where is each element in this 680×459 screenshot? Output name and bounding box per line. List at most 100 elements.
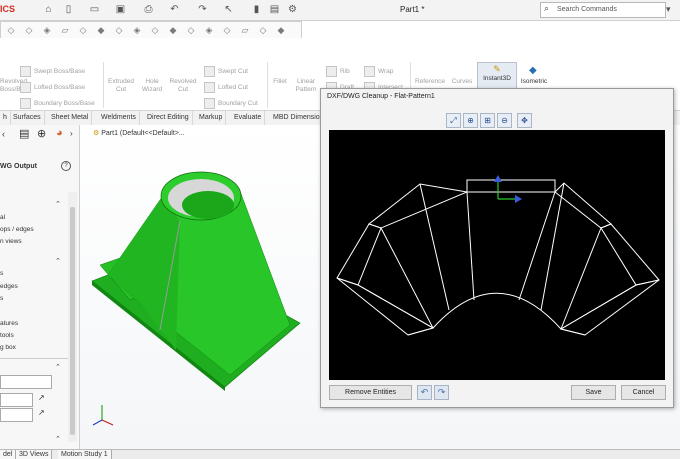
tool-icon-10[interactable]: ◆ (167, 24, 179, 36)
zoom-out-icon[interactable]: ⊖ (497, 113, 512, 128)
select-pointer-icon[interactable]: ↖ (222, 3, 235, 16)
boundary-boss-button[interactable]: Boundary Boss/Base (20, 98, 95, 109)
save-icon[interactable]: ▣ (114, 3, 127, 16)
input-field[interactable] (0, 375, 52, 389)
pattern-panel-left-top (367, 183, 469, 229)
option-item[interactable]: tools (0, 332, 14, 339)
lofted-cut-button[interactable]: Lofted Cut (204, 82, 248, 93)
tool-icon-8[interactable]: ◈ (131, 24, 143, 36)
option-item[interactable]: n views (0, 238, 22, 245)
hole-wizard-button[interactable]: Hole Wizard (138, 78, 166, 94)
rib-button[interactable]: Rib (326, 66, 350, 77)
rebuild-icon[interactable]: ▮ (250, 3, 263, 16)
search-commands-input[interactable]: ⌕ Search Commands (540, 2, 666, 18)
file-properties-icon[interactable]: ▤ (268, 3, 281, 16)
tool-icon-1[interactable]: ◇ (5, 24, 17, 36)
curves-button[interactable]: Curves (449, 78, 475, 86)
tool-icon-4[interactable]: ▱ (59, 24, 71, 36)
pan-icon[interactable]: ✥ (517, 113, 532, 128)
pattern-panel-right-bottom (559, 279, 660, 336)
lofted-boss-icon (20, 82, 31, 93)
panel-scrollbar-thumb[interactable] (70, 207, 75, 435)
input-field[interactable] (0, 393, 33, 407)
remove-entities-button[interactable]: Remove Entities (329, 385, 412, 400)
tool-icon-14[interactable]: ▱ (239, 24, 251, 36)
reference-geometry-button[interactable]: Reference (412, 78, 448, 86)
tab-sheet-metal[interactable]: Sheet Metal (48, 111, 93, 125)
tool-icon-3[interactable]: ◈ (41, 24, 53, 36)
lofted-boss-button[interactable]: Lofted Boss/Base (20, 82, 85, 93)
isometric-view-button[interactable]: Isometric (516, 78, 552, 86)
input-field[interactable] (0, 408, 33, 422)
linear-pattern-button[interactable]: Linear Pattern (292, 78, 320, 94)
collapse-chevron-icon[interactable]: ⌃ (55, 200, 61, 208)
option-item[interactable]: s (0, 295, 3, 302)
pattern-fold-line (518, 191, 556, 301)
search-icon: ⌕ (544, 3, 550, 13)
option-item[interactable]: edges (0, 283, 18, 290)
flat-pattern-canvas[interactable] (329, 130, 665, 380)
collapse-chevron-icon[interactable]: ⌃ (55, 257, 61, 265)
options-gear-icon[interactable]: ⚙ (286, 3, 299, 16)
search-dropdown-icon[interactable]: ▾ (666, 4, 671, 15)
redo-icon[interactable]: ↷ (196, 3, 209, 16)
pattern-fold-line (466, 191, 475, 301)
tool-icon-2[interactable]: ◇ (23, 24, 35, 36)
tool-icon-16[interactable]: ◆ (275, 24, 287, 36)
display-manager-icon[interactable]: ◕ (56, 127, 63, 139)
zoom-in-icon[interactable]: ⊕ (463, 113, 478, 128)
tab-weldments[interactable]: Weldments (98, 111, 140, 125)
help-icon[interactable]: ? (61, 161, 71, 171)
swept-cut-label: Swept Cut (218, 68, 248, 76)
panel-tab-arrow-icon[interactable]: ‹ (2, 129, 5, 139)
save-button[interactable]: Save (571, 385, 616, 400)
tool-icon-11[interactable]: ◇ (185, 24, 197, 36)
wrap-button[interactable]: Wrap (364, 66, 393, 77)
tab-markup[interactable]: Markup (196, 111, 227, 125)
cancel-button[interactable]: Cancel (621, 385, 666, 400)
swept-boss-button[interactable]: Swept Boss/Base (20, 66, 85, 77)
option-item[interactable]: s (0, 270, 3, 277)
tool-icon-12[interactable]: ◈ (203, 24, 215, 36)
tool-icon-9[interactable]: ◇ (149, 24, 161, 36)
undo-icon[interactable]: ↶ (417, 385, 432, 400)
extruded-cut-button[interactable]: Extruded Cut (105, 78, 137, 94)
swept-cut-icon (204, 66, 215, 77)
collapse-chevron-icon[interactable]: ⌃ (55, 363, 61, 371)
pick-arrow-icon[interactable]: ↗ (38, 393, 45, 402)
flat-pattern-outline (336, 179, 660, 336)
panel-title: WG Output (0, 163, 37, 170)
revolved-boss-button[interactable]: Revolved Boss/Base (0, 78, 31, 94)
option-item[interactable]: g box (0, 344, 16, 351)
tool-icon-5[interactable]: ◇ (77, 24, 89, 36)
tool-icon-7[interactable]: ◇ (113, 24, 125, 36)
option-item[interactable]: atures (0, 320, 18, 327)
option-item[interactable]: ops / edges (0, 226, 34, 233)
redo-icon[interactable]: ↷ (434, 385, 449, 400)
fillet-button[interactable]: Fillet (268, 78, 292, 86)
print-icon[interactable]: ⎙ (142, 3, 155, 16)
pick-arrow-icon[interactable]: ↗ (38, 408, 45, 417)
option-item[interactable]: al (0, 214, 5, 221)
tab-direct-editing[interactable]: Direct Editing (144, 111, 193, 125)
zoom-to-fit-icon[interactable]: ⤢ (446, 113, 461, 128)
tool-icon-15[interactable]: ◇ (257, 24, 269, 36)
boundary-cut-button[interactable]: Boundary Cut (204, 98, 258, 109)
tool-icon-6[interactable]: ◆ (95, 24, 107, 36)
home-icon[interactable]: ⌂ (42, 3, 55, 16)
config-manager-crosshair-icon[interactable]: ⊕ (37, 127, 46, 140)
new-document-icon[interactable]: ▯ (62, 3, 75, 16)
tool-icon-13[interactable]: ◇ (221, 24, 233, 36)
model-transition-side (108, 197, 180, 350)
panel-more-icon[interactable]: › (70, 129, 73, 138)
instant3d-button[interactable]: ✎ Instant3D (477, 62, 517, 90)
property-manager-tab-icon[interactable]: ▤ (19, 127, 29, 140)
swept-cut-button[interactable]: Swept Cut (204, 66, 248, 77)
collapse-chevron-icon[interactable]: ⌃ (55, 435, 61, 443)
tab-surfaces[interactable]: Surfaces (10, 111, 45, 125)
revolved-cut-button[interactable]: Revolved Cut (167, 78, 199, 94)
undo-icon[interactable]: ↶ (168, 3, 181, 16)
open-folder-icon[interactable]: ▭ (88, 3, 101, 16)
zoom-area-icon[interactable]: ⊞ (480, 113, 495, 128)
tab-evaluate[interactable]: Evaluate (231, 111, 266, 125)
